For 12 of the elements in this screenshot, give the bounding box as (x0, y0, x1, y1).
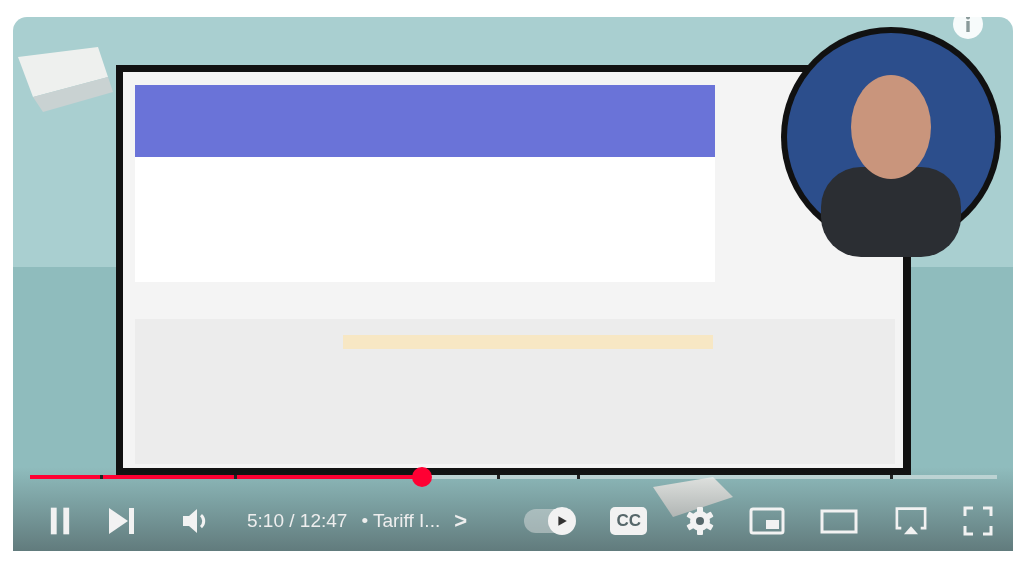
info-icon[interactable] (953, 17, 983, 39)
time-display: 5:10 / 12:47 (247, 510, 348, 532)
miniplayer-icon[interactable] (747, 506, 787, 536)
chapter-title[interactable]: • Tariff I... (361, 510, 441, 532)
fullscreen-icon[interactable] (963, 506, 993, 536)
captions-button[interactable]: CC (610, 507, 647, 535)
progress-bar[interactable] (30, 467, 997, 487)
next-button[interactable] (107, 506, 137, 536)
play-icon (556, 515, 569, 527)
autoplay-toggle[interactable] (524, 509, 575, 533)
settings-icon[interactable] (685, 506, 715, 536)
chapter-chevron[interactable]: > (454, 508, 468, 534)
